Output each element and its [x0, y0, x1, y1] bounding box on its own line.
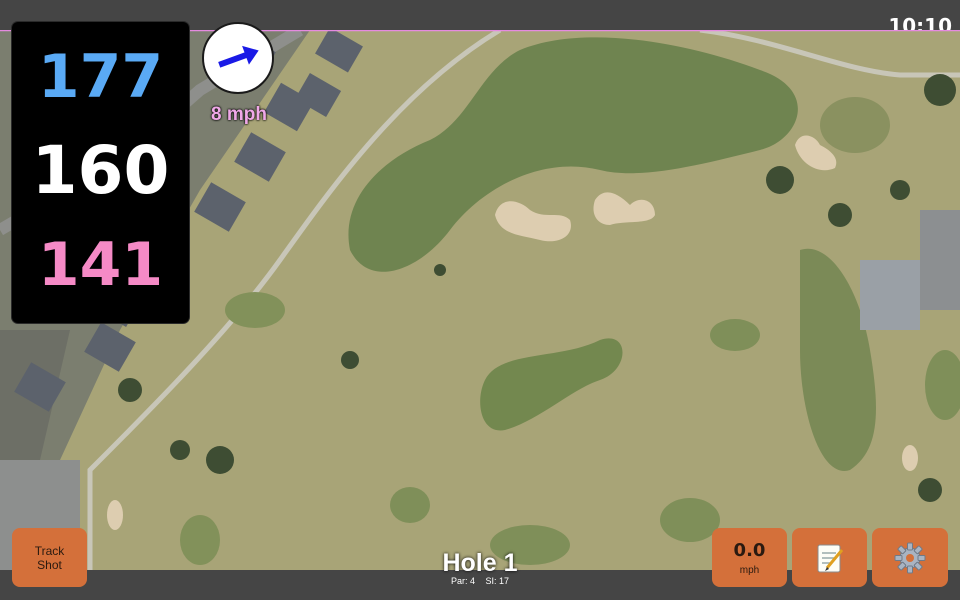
wind-direction-dial: [202, 22, 274, 94]
notes-button[interactable]: [792, 528, 867, 587]
arrow-icon: [218, 45, 259, 68]
speed-unit: mph: [739, 564, 760, 576]
gear-icon: [894, 542, 926, 573]
hole-title: Hole 1: [442, 549, 518, 577]
track-shot-label-line2: Shot: [37, 557, 62, 572]
settings-button[interactable]: [872, 528, 948, 587]
distance-middle: 160: [31, 132, 170, 209]
speed-value: 0.0: [733, 539, 766, 561]
distance-back: 177: [37, 42, 164, 112]
distance-front: 141: [37, 230, 164, 300]
speed-button[interactable]: 0.0 mph: [712, 528, 787, 587]
notepad-icon: [817, 544, 843, 572]
hole-info: Par: 4 SI: 17: [380, 576, 580, 586]
wind-speed: 8 mph: [211, 104, 267, 125]
hole-stroke-index: SI: 17: [485, 576, 510, 586]
hole-par: Par: 4: [450, 576, 475, 586]
track-shot-button[interactable]: Track Shot: [12, 528, 87, 587]
golf-gps-screen: 10:10 177 160 141 8 mph Track Shot Hole …: [0, 0, 960, 600]
distance-panel: 177 160 141: [12, 22, 189, 323]
track-shot-label-line1: Track: [34, 543, 65, 558]
